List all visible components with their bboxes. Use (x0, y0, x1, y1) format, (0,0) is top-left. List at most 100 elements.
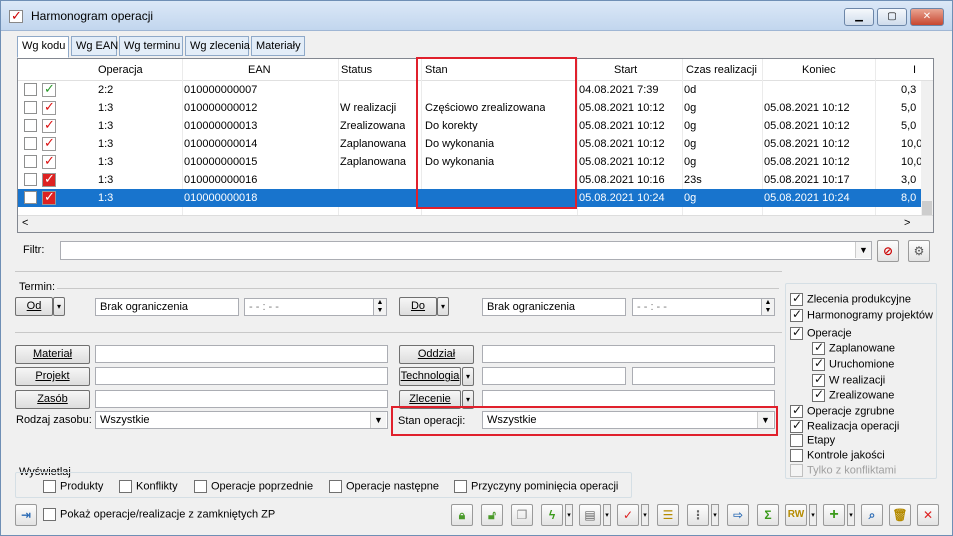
lock-icon[interactable]: 🔒︎ (451, 504, 473, 526)
close-icon[interactable]: ✕ (917, 504, 939, 526)
do-date-input[interactable]: Brak ograniczenia (482, 298, 626, 316)
col-ilosc[interactable]: I (913, 64, 916, 76)
search-icon[interactable]: ⌕ (861, 504, 883, 526)
row-select-checkbox[interactable] (24, 101, 37, 114)
filter-dropdown-icon[interactable]: ▼ (855, 242, 871, 258)
technologia-name-input[interactable] (632, 367, 775, 385)
checkbox-box[interactable] (329, 480, 342, 493)
checkbox-box[interactable] (194, 480, 207, 493)
row-select-checkbox[interactable] (24, 191, 37, 204)
do-dropdown-icon[interactable]: ▾ (437, 297, 449, 316)
row-select-checkbox[interactable] (24, 137, 37, 150)
close-button[interactable]: ✕ (910, 8, 944, 26)
checkbox-box[interactable] (119, 480, 132, 493)
tab-wg-ean[interactable]: Wg EAN (71, 36, 118, 56)
tree-dropdown-icon[interactable]: ▾ (711, 504, 719, 526)
material-input[interactable] (95, 345, 388, 363)
zasob-input[interactable] (95, 390, 388, 408)
checkbox-box[interactable] (790, 418, 803, 433)
checkbox-box[interactable] (790, 307, 803, 322)
clear-filter-icon[interactable]: ⊘ (877, 240, 899, 262)
col-status[interactable]: Status (341, 64, 372, 76)
od-time-input[interactable]: - - : - - (244, 298, 374, 316)
filter-checkbox[interactable]: W realizacji (812, 372, 885, 387)
add-dropdown-icon[interactable]: ▾ (847, 504, 855, 526)
col-czas-realizacji[interactable]: Czas realizacji (686, 64, 757, 76)
rodzaj-dropdown-icon[interactable]: ▼ (370, 412, 386, 428)
horizontal-scrollbar[interactable]: < > (18, 215, 933, 232)
do-button[interactable]: Do (399, 297, 437, 316)
checkbox-box[interactable] (454, 480, 467, 493)
filter-checkbox[interactable]: Zaplanowane (812, 340, 895, 355)
pin-icon[interactable]: ⇥ (15, 504, 37, 526)
tab-wg-zlecenia[interactable]: Wg zlecenia (185, 36, 250, 56)
checkbox-box[interactable] (790, 434, 803, 447)
checkbox-box[interactable] (812, 372, 825, 387)
checkbox-box[interactable] (812, 387, 825, 402)
do-time-input[interactable]: - - : - - (632, 298, 762, 316)
lightning-dropdown-icon[interactable]: ▾ (565, 504, 573, 526)
tab-wg-terminu[interactable]: Wg terminu (119, 36, 183, 56)
filter-settings-icon[interactable]: ⚙ (908, 240, 930, 262)
display-checkbox[interactable]: Przyczyny pominięcia operacji (454, 480, 618, 493)
display-checkbox[interactable]: Konflikty (119, 480, 178, 493)
maximize-button[interactable]: ▢ (877, 8, 907, 26)
export-icon[interactable]: ⇨ (727, 504, 749, 526)
tab-wg-kodu[interactable]: Wg kodu (17, 36, 69, 58)
technologia-button[interactable]: Technologia (399, 367, 461, 386)
delete-icon[interactable]: 🗑︎ (889, 504, 911, 526)
filter-checkbox[interactable]: Operacje (790, 325, 852, 340)
tab-materialy[interactable]: Materiały (251, 36, 305, 56)
checkbox-box[interactable] (790, 291, 803, 306)
oddzial-input[interactable] (482, 345, 775, 363)
filter-checkbox[interactable]: Harmonogramy projektów (790, 307, 933, 322)
do-time-spinner[interactable]: ▲ ▼ (761, 298, 775, 316)
filter-checkbox[interactable]: Uruchomione (812, 356, 894, 371)
rw-dropdown-icon[interactable]: ▾ (809, 504, 817, 526)
filter-input[interactable] (60, 241, 872, 260)
scroll-left-icon[interactable]: < (22, 217, 28, 229)
checkbox-box[interactable] (790, 449, 803, 462)
row-select-checkbox[interactable] (24, 119, 37, 132)
od-dropdown-icon[interactable]: ▾ (53, 297, 65, 316)
scroll-right-icon[interactable]: > (904, 217, 910, 229)
filter-checkbox[interactable]: Etapy (790, 434, 835, 447)
od-button[interactable]: Od (15, 297, 53, 316)
filter-checkbox[interactable]: Zlecenia produkcyjne (790, 291, 911, 306)
show-closed-box[interactable] (43, 508, 56, 521)
rw-icon[interactable]: RW (785, 504, 807, 526)
check-dropdown-icon[interactable]: ▾ (641, 504, 649, 526)
sum-icon[interactable]: Σ (757, 504, 779, 526)
technologia-code-input[interactable] (482, 367, 626, 385)
plan-dropdown-icon[interactable]: ▾ (603, 504, 611, 526)
col-start[interactable]: Start (614, 64, 637, 76)
checkbox-box[interactable] (812, 356, 825, 371)
filter-checkbox[interactable]: Realizacja operacji (790, 418, 899, 433)
col-operacja[interactable]: Operacja (98, 64, 143, 76)
unlock-icon[interactable]: 🔓︎ (481, 504, 503, 526)
tree-icon[interactable]: ⋮ (687, 504, 709, 526)
filter-checkbox[interactable]: Kontrole jakości (790, 449, 885, 462)
show-closed-checkbox[interactable]: Pokaż operacje/realizacje z zamkniętych … (43, 508, 275, 521)
projekt-input[interactable] (95, 367, 388, 385)
rodzaj-zasobu-select[interactable]: Wszystkie (95, 411, 388, 429)
table-icon[interactable]: ☰ (657, 504, 679, 526)
plan-icon[interactable]: ▤ (579, 504, 601, 526)
row-select-checkbox[interactable] (24, 83, 37, 96)
od-date-input[interactable]: Brak ograniczenia (95, 298, 239, 316)
checkbox-box[interactable] (43, 480, 56, 493)
check-red-icon[interactable]: ✓ (617, 504, 639, 526)
minimize-button[interactable]: ▁ (844, 8, 874, 26)
material-button[interactable]: Materiał (15, 345, 90, 364)
vertical-scrollbar[interactable] (921, 81, 933, 217)
checkbox-box[interactable] (790, 403, 803, 418)
copy-icon[interactable]: ❐ (511, 504, 533, 526)
col-ean[interactable]: EAN (248, 64, 271, 76)
display-checkbox[interactable]: Operacje poprzednie (194, 480, 313, 493)
filter-checkbox[interactable]: Operacje zgrubne (790, 403, 894, 418)
filter-checkbox[interactable]: Zrealizowane (812, 387, 894, 402)
technologia-dropdown-icon[interactable]: ▾ (462, 367, 474, 386)
checkbox-box[interactable] (790, 325, 803, 340)
oddzial-button[interactable]: Oddział (399, 345, 474, 364)
lightning-icon[interactable]: ϟ (541, 504, 563, 526)
